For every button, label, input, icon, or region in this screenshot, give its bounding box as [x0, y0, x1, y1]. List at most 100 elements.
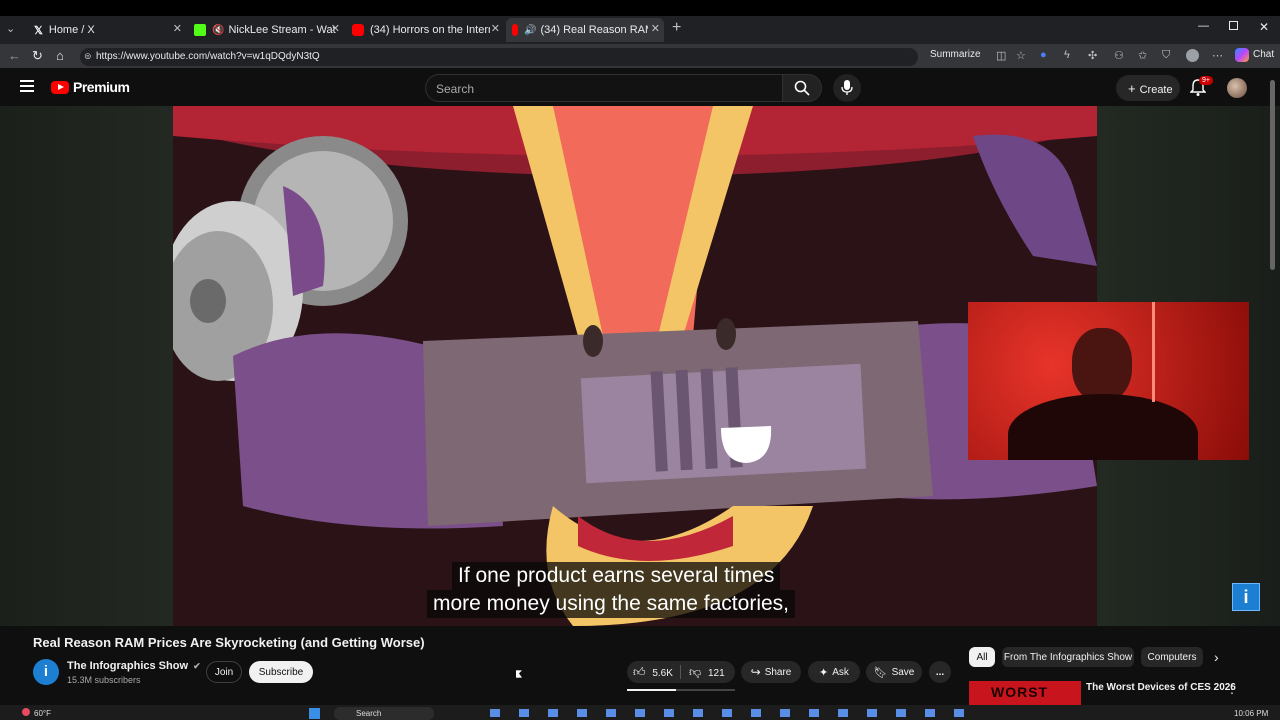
channel-name[interactable]: The Infographics Show ✔	[67, 660, 201, 672]
webcam-person	[1072, 328, 1132, 402]
chip-computers[interactable]: Computers	[1141, 647, 1203, 667]
search-icon	[794, 80, 810, 96]
kick-logo-icon	[194, 24, 206, 36]
search-button[interactable]	[782, 74, 822, 102]
close-window-icon[interactable]: ✕	[1259, 20, 1269, 34]
youtube-premium-logo[interactable]: Premium	[51, 79, 130, 95]
share-label: Share	[764, 666, 792, 678]
clock: 10:06 PM	[1234, 709, 1269, 718]
channel-avatar[interactable]: i	[33, 659, 59, 685]
more-actions-button[interactable]: ...	[929, 661, 951, 683]
video-title: Real Reason RAM Prices Are Skyrocketing …	[33, 635, 425, 650]
tab-x-home[interactable]: 𝕏 Home / X ✕	[28, 18, 186, 42]
new-tab-button[interactable]: +	[672, 19, 681, 37]
video-player[interactable]: If one product earns several times more …	[0, 106, 1280, 626]
hamburger-menu-icon[interactable]	[20, 80, 34, 92]
tab-youtube-ram-active[interactable]: 🔊 (34) Real Reason RAM Prices ✕	[506, 18, 664, 42]
chip-all[interactable]: All	[969, 647, 995, 667]
create-button[interactable]: + Create	[1116, 75, 1180, 101]
browser-address-bar: ← ↻ ⌂ ⊜ https://www.youtube.com/watch?v=…	[0, 44, 1280, 68]
speaker-icon: 🔊	[524, 24, 537, 36]
like-ratio-bar	[627, 689, 735, 691]
tab-list-button[interactable]: ⌄	[6, 22, 15, 35]
notifications-button[interactable]: 9+	[1189, 76, 1213, 102]
minimize-icon[interactable]: —	[1198, 20, 1209, 32]
chip-from-channel[interactable]: From The Infographics Show	[1002, 647, 1134, 667]
thumbs-up-icon: 👍︎	[633, 665, 646, 679]
ask-button[interactable]: ✦ Ask	[808, 661, 860, 683]
join-button[interactable]: Join	[206, 661, 242, 683]
tab-label: NickLee Stream - Watch Live	[228, 24, 336, 36]
youtube-logo-icon	[352, 24, 364, 36]
taskbar-app-icons[interactable]	[490, 709, 970, 717]
caption-line-1: If one product earns several times	[452, 562, 781, 590]
taskbar-search[interactable]: Search	[334, 707, 434, 720]
weather-temp: 60°F	[34, 709, 51, 718]
close-tab-icon[interactable]: ✕	[491, 22, 500, 35]
next-video-thumbnail[interactable]: WORST	[969, 681, 1081, 705]
save-label: Save	[891, 666, 915, 678]
save-button[interactable]: 🔖︎ Save	[866, 661, 922, 683]
share-arrow-icon: ↪	[750, 665, 761, 679]
extensions-puzzle-icon[interactable]: ✣	[1088, 49, 1097, 62]
like-button[interactable]: 👍︎ 5.6K	[633, 665, 673, 680]
restore-icon[interactable]	[1229, 21, 1238, 30]
site-info-icon[interactable]: ⊜	[84, 51, 92, 62]
start-windows-icon[interactable]	[309, 708, 320, 719]
subscribe-button[interactable]: Subscribe	[249, 661, 313, 683]
profile-icon[interactable]	[1186, 49, 1199, 62]
split-screen-icon[interactable]: ◫	[996, 49, 1006, 62]
close-tab-icon[interactable]: ✕	[651, 22, 660, 35]
thumbs-down-icon: 👎︎	[689, 665, 702, 679]
video-frame-animation	[173, 106, 1097, 626]
collections-icon[interactable]: ⚇	[1114, 49, 1124, 62]
url-field[interactable]: ⊜ https://www.youtube.com/watch?v=w1qDQd…	[80, 48, 918, 66]
subscriber-count: 15.3M subscribers	[67, 675, 141, 685]
verified-badge-icon: ✔	[193, 661, 201, 671]
tab-kick-stream[interactable]: 🔇 NickLee Stream - Watch Live ✕	[188, 18, 344, 42]
voice-search-button[interactable]	[833, 74, 861, 102]
create-label: Create	[1139, 84, 1173, 96]
youtube-header: Premium Search + Create 9+	[0, 68, 1280, 106]
microphone-icon	[841, 80, 853, 95]
back-icon[interactable]: ←	[8, 48, 21, 63]
chevron-right-icon[interactable]: ›	[1214, 649, 1219, 665]
windows-taskbar: 60°F Search 10:06 PM	[0, 705, 1280, 720]
close-tab-icon[interactable]: ✕	[331, 22, 340, 35]
logo-text: Premium	[73, 79, 130, 95]
channel-watermark-icon[interactable]: i	[1232, 583, 1260, 611]
share-button[interactable]: ↪ Share	[741, 661, 801, 683]
favorite-star-icon[interactable]: ☆	[1016, 49, 1026, 62]
bookmark-icon: 🔖︎	[873, 666, 888, 679]
video-left-blur	[0, 106, 173, 626]
browser-essentials-icon[interactable]: ⛉	[1162, 49, 1170, 62]
reload-icon[interactable]: ↻	[32, 48, 43, 64]
home-icon[interactable]: ⌂	[56, 48, 64, 63]
ask-label: Ask	[832, 666, 849, 678]
page-scrollbar[interactable]	[1270, 80, 1275, 270]
dislike-button[interactable]: 👎︎ 121	[689, 665, 725, 680]
summarize-button[interactable]: Summarize	[930, 49, 981, 60]
next-video-title[interactable]: The Worst Devices of CES 2026	[1086, 682, 1236, 693]
taskbar-search-label: Search	[356, 709, 382, 718]
close-tab-icon[interactable]: ✕	[173, 22, 182, 35]
favorites-icon[interactable]: ✩	[1138, 49, 1147, 62]
sparkle-icon: ✦	[819, 666, 829, 679]
channel-name-text: The Infographics Show	[67, 660, 189, 672]
webcam-light-strip	[1152, 302, 1155, 402]
search-input[interactable]: Search	[425, 74, 783, 102]
browser-tab-bar: ⌄ 𝕏 Home / X ✕ 🔇 NickLee Stream - Watch …	[0, 0, 1280, 44]
account-avatar[interactable]	[1227, 78, 1247, 98]
extension-shield-icon[interactable]: ●	[1040, 49, 1047, 61]
copilot-icon[interactable]	[1235, 48, 1249, 62]
extension-bolt-icon[interactable]: ϟ	[1064, 49, 1070, 61]
url-text: https://www.youtube.com/watch?v=w1qDQdyN…	[96, 51, 320, 62]
dislike-count: 121	[707, 668, 725, 679]
more-menu-icon[interactable]: ⋯	[1212, 49, 1223, 62]
x-logo-icon: 𝕏	[34, 24, 43, 37]
tab-youtube-horrors[interactable]: (34) Horrors on the Internet Archi ✕	[346, 18, 504, 42]
weather-icon[interactable]	[22, 708, 30, 716]
webcam-overlay	[968, 302, 1249, 460]
next-video-menu-icon[interactable]: ⋮	[1226, 682, 1238, 696]
chat-button[interactable]: Chat	[1253, 49, 1274, 60]
